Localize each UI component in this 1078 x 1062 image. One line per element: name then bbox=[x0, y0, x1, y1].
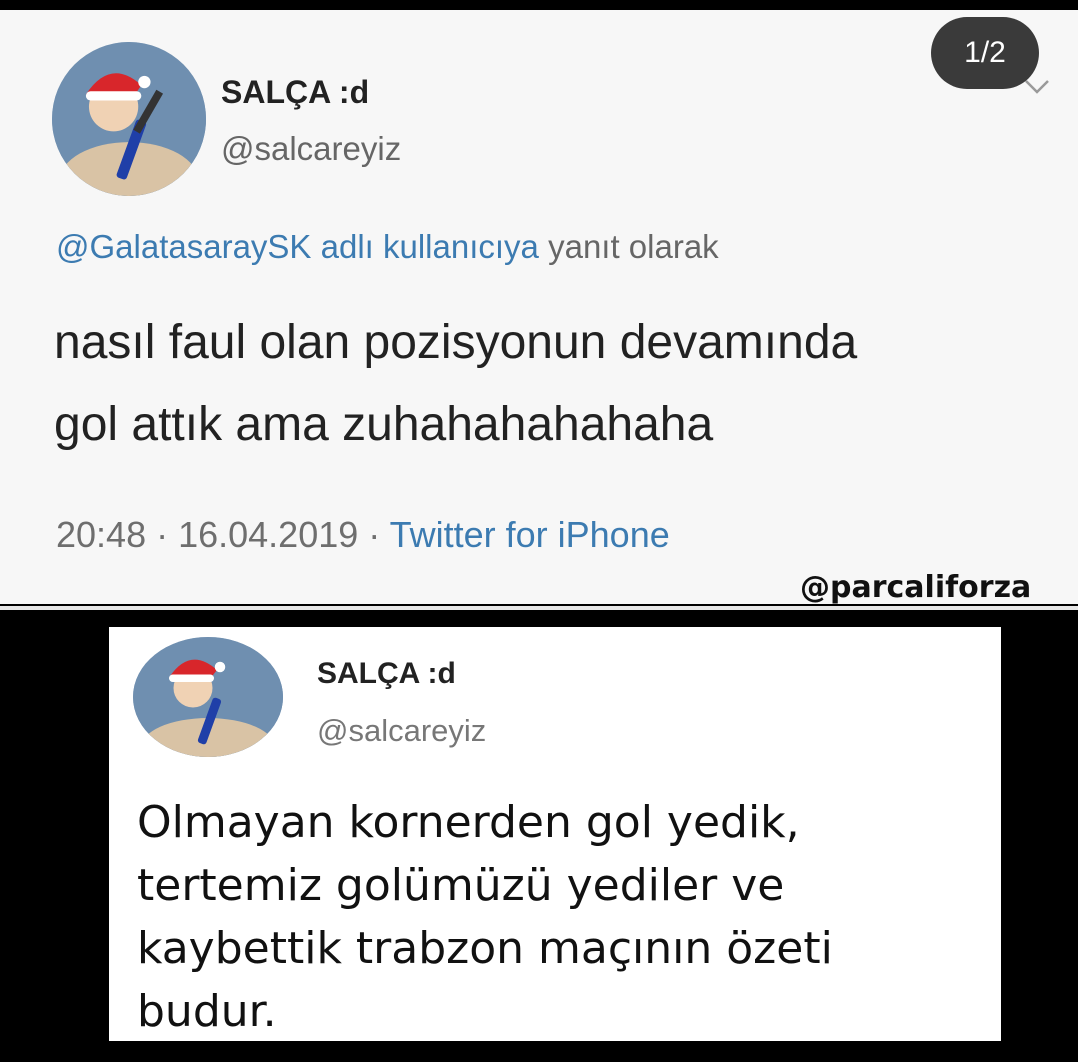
page-indicator-badge: 1/2 bbox=[931, 17, 1039, 89]
reply-mention-suffix[interactable]: adlı kullanıcıya bbox=[311, 228, 539, 265]
user-handle[interactable]: @salcareyiz bbox=[221, 130, 401, 168]
avatar-photo bbox=[52, 42, 206, 196]
tweet-meta: 20:48 · 16.04.2019 · Twitter for iPhone bbox=[56, 514, 670, 556]
avatar-photo bbox=[133, 637, 283, 757]
chevron-down-icon[interactable] bbox=[1024, 78, 1050, 96]
tweet-text-line: kaybettik trabzon maçının özeti bbox=[137, 923, 833, 974]
tweet-source-link[interactable]: Twitter for iPhone bbox=[390, 514, 670, 555]
reply-context: @GalatasaraySK adlı kullanıcıya yanıt ol… bbox=[56, 228, 719, 266]
tweet-text-line: budur. bbox=[137, 986, 277, 1037]
tweet-text: nasıl faul olan pozisyonun devamında gol… bbox=[54, 302, 1044, 466]
divider bbox=[0, 606, 1078, 610]
avatar[interactable] bbox=[52, 42, 206, 196]
tweet-text-line: Olmayan kornerden gol yedik, bbox=[137, 797, 800, 848]
user-handle[interactable]: @salcareyiz bbox=[317, 713, 486, 749]
tweet-text: Olmayan kornerden gol yedik, tertemiz go… bbox=[137, 791, 987, 1043]
tweet-timestamp[interactable]: 20:48 · 16.04.2019 · bbox=[56, 514, 390, 555]
watermark: @parcaliforza bbox=[800, 570, 1032, 605]
avatar[interactable] bbox=[133, 637, 283, 757]
reply-label: yanıt olarak bbox=[538, 228, 719, 265]
display-name[interactable]: SALÇA :d bbox=[221, 74, 369, 111]
display-name[interactable]: SALÇA :d bbox=[317, 657, 456, 691]
tweet-card-2: SALÇA :d @salcareyiz Olmayan kornerden g… bbox=[109, 627, 1001, 1041]
reply-mention-link[interactable]: @GalatasaraySK bbox=[56, 228, 311, 265]
tweet-text-line: nasıl faul olan pozisyonun devamında bbox=[54, 316, 858, 369]
tweet-text-line: tertemiz golümüzü yediler ve bbox=[137, 860, 785, 911]
tweet-text-line: gol attık ama zuhahahahahaha bbox=[54, 398, 714, 451]
tweet-card-1: SALÇA :d @salcareyiz @GalatasaraySK adlı… bbox=[0, 10, 1078, 610]
